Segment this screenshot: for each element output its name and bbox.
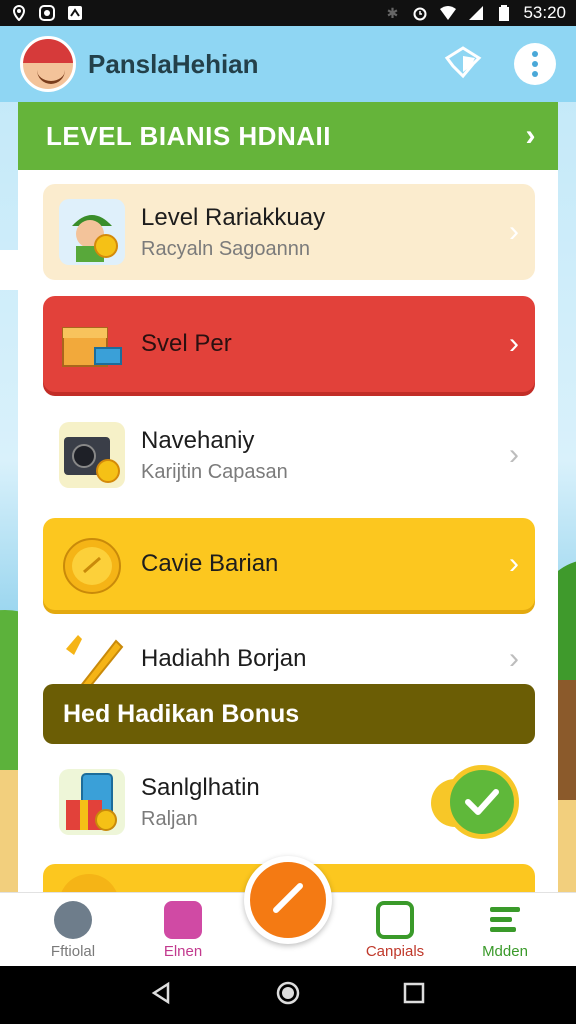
nav-item-mdden[interactable]: Mdden [450, 901, 560, 960]
bonus-banner-label: Hed Hadikan Bonus [63, 699, 300, 728]
alarm-icon [411, 5, 429, 21]
chevron-right-icon: › [509, 438, 519, 471]
checkmark-icon [445, 765, 519, 839]
pencil-icon [266, 876, 310, 925]
trophy-icon [59, 626, 125, 692]
nav-label: Fftiolal [50, 943, 96, 960]
chevron-right-icon: › [509, 215, 519, 248]
card-title: Navehaniy [141, 426, 255, 454]
camera-coin-icon [59, 422, 125, 488]
card-subtitle: Karijtin Capasan [141, 460, 288, 483]
list-item-cavie-barian[interactable]: Cavie Barian › [43, 518, 535, 610]
nav-label: Canpials [365, 943, 425, 960]
level-header-label: LEVEL BIANIS HDNAII [46, 120, 331, 151]
list-item-level[interactable]: Level Rariakkuay Racyaln Sagoannn › [43, 184, 535, 280]
signal-icon [467, 5, 485, 21]
chevron-right-icon: › [509, 642, 519, 675]
nav-item-canpials[interactable]: Canpials [340, 901, 450, 960]
camera-icon [376, 901, 414, 939]
app-bar: PanslaHehian [0, 26, 576, 102]
gallery-icon [164, 901, 202, 939]
treasure-box-icon [59, 311, 125, 377]
profile-icon [54, 901, 92, 939]
card-title: Cavie Barian [141, 550, 279, 577]
card-subtitle: Raljan [141, 807, 198, 830]
home-button[interactable] [275, 980, 301, 1011]
location-icon [10, 5, 28, 21]
app-title: PanslaHehian [88, 48, 259, 79]
list-item-sanlglhatin[interactable]: Sanlglhatin Raljan [43, 752, 535, 852]
menu-list-icon [486, 901, 524, 939]
card-title: Sanlglhatin [141, 773, 260, 801]
avatar[interactable] [20, 36, 76, 92]
bluetooth-icon: ✱ [386, 4, 399, 21]
card-subtitle: Racyaln Sagoannn [141, 237, 311, 260]
wifi-icon [439, 5, 457, 21]
whatsapp-icon [38, 5, 56, 21]
status-bar: ✱ 53:20 [0, 0, 576, 26]
bonus-toggle[interactable] [431, 765, 519, 839]
battery-icon [495, 5, 513, 21]
shield-icon [443, 44, 483, 85]
nav-item-elnen[interactable]: Elnen [128, 901, 238, 960]
bonus-banner[interactable]: Hed Hadikan Bonus [43, 684, 535, 744]
back-button[interactable] [150, 981, 174, 1010]
shield-button[interactable] [442, 43, 484, 85]
card-title: Level Rariakkuay [141, 203, 326, 231]
recents-button[interactable] [402, 981, 426, 1010]
character-coin-icon [59, 199, 125, 265]
more-options-button[interactable] [514, 43, 556, 85]
level-header[interactable]: LEVEL BIANIS HDNAII › [18, 102, 558, 170]
card-title: Hadiahh Borjan [141, 645, 307, 672]
chevron-right-icon: › [525, 119, 536, 152]
edit-fab-button[interactable] [244, 856, 332, 944]
nav-item-fftiolal[interactable]: Fftiolal [18, 901, 128, 960]
list-item-svel-per[interactable]: Svel Per › [43, 296, 535, 392]
gift-phone-icon [59, 769, 125, 835]
main-panel: LEVEL BIANIS HDNAII › Level Rariakkuay R… [18, 102, 558, 904]
chevron-right-icon: › [509, 327, 519, 360]
nav-label: Elnen [163, 943, 203, 960]
nav-label: Mdden [482, 943, 528, 960]
gold-coin-icon [59, 531, 125, 597]
card-title: Svel Per [141, 330, 232, 357]
notification-icon [66, 5, 84, 21]
system-nav-bar [0, 966, 576, 1024]
list-item-navehaniy[interactable]: Navehaniy Karijtin Capasan › [43, 406, 535, 504]
more-vertical-icon [532, 51, 538, 77]
chevron-right-icon: › [509, 547, 519, 580]
status-time: 53:20 [523, 3, 566, 22]
